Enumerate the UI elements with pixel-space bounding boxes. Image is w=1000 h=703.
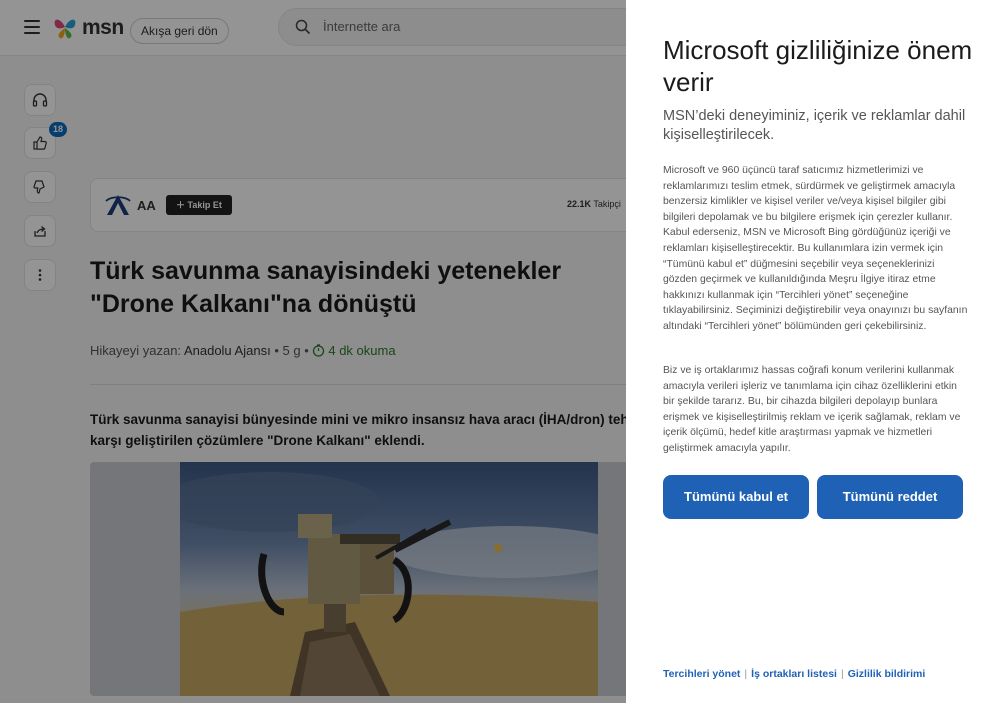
privacy-consent-panel: Microsoft gizliliğinize önem verir MSN’d… (626, 0, 1000, 703)
link-separator: | (744, 668, 748, 680)
privacy-notice-link[interactable]: Gizlilik bildirimi (848, 668, 926, 680)
link-separator: | (840, 668, 844, 680)
partners-list-link[interactable]: İş ortakları listesi (751, 668, 837, 680)
accept-all-button[interactable]: Tümünü kabul et (663, 475, 809, 519)
consent-title: Microsoft gizliliğinize önem verir (663, 35, 973, 97)
reject-all-button[interactable]: Tümünü reddet (817, 475, 963, 519)
consent-body-cookies: Microsoft ve 960 üçüncü taraf satıcımız … (663, 165, 968, 332)
consent-body-geolocation: Biz ve iş ortaklarımız hassas coğrafi ko… (663, 365, 961, 454)
consent-footer-links: Tercihleri yönet | İş ortakları listesi | Gi… (663, 668, 925, 680)
consent-subtitle: MSN’deki deneyiminiz, içerik ve reklamla… (663, 108, 966, 143)
manage-preferences-link[interactable]: Tercihleri yönet (663, 668, 740, 680)
